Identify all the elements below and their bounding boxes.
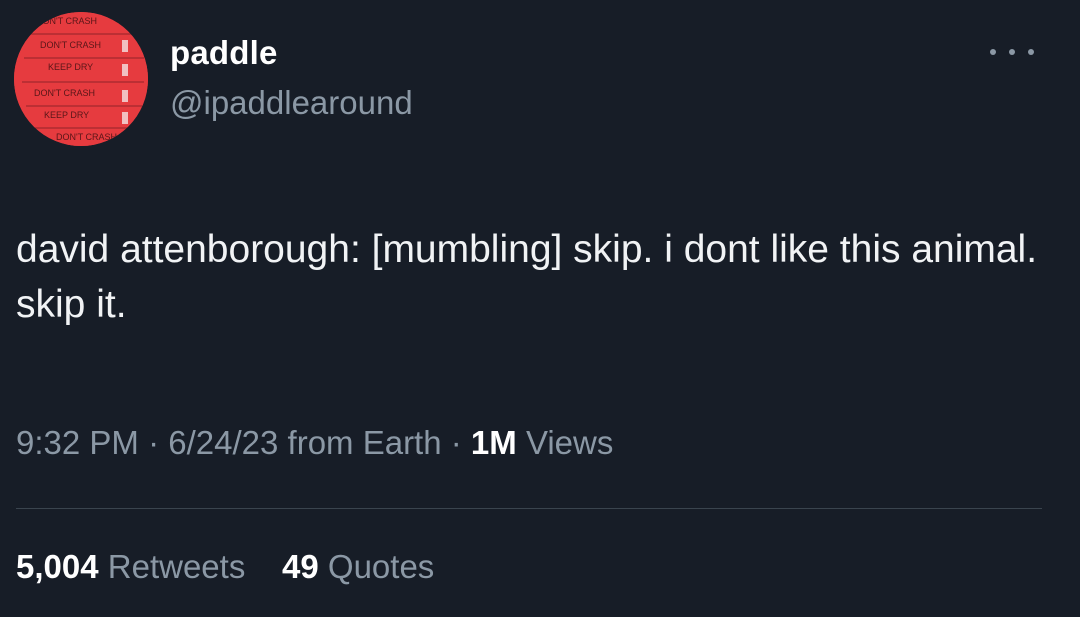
avatar-stamp-text: DON'T CRASH [40, 40, 101, 50]
author-handle[interactable]: @ipaddlearound [170, 84, 413, 122]
tweet-text: david attenborough: [mumbling] skip. i d… [16, 228, 1038, 326]
meta-separator: · [148, 424, 160, 461]
tweet-source: from Earth [287, 424, 442, 461]
more-horizontal-icon [1009, 49, 1015, 55]
quotes-count: 49 [282, 548, 319, 585]
more-horizontal-icon [1028, 49, 1034, 55]
tweet-meta: 9:32 PM · 6/24/23 from Earth · 1M Views [16, 424, 613, 462]
tweet-stats: 5,004 Retweets 49 Quotes [16, 548, 434, 586]
avatar-stamp-text: KEEP DRY [48, 62, 93, 72]
avatar-stamp-text: DON'T CRASH [56, 132, 117, 142]
divider [16, 508, 1042, 509]
meta-separator: · [450, 424, 462, 461]
quotes-label: Quotes [327, 548, 435, 585]
avatar-stamp-text: KEEP DRY [44, 110, 89, 120]
quotes-stat[interactable]: 49 Quotes [282, 548, 434, 585]
avatar[interactable]: DON'T CRASH DON'T CRASH KEEP DRY DON'T C… [14, 12, 148, 146]
author-display-name[interactable]: paddle [170, 34, 278, 72]
tweet-time[interactable]: 9:32 PM [16, 424, 139, 461]
views-label: Views [525, 424, 614, 461]
more-horizontal-icon [990, 49, 996, 55]
views-count: 1M [470, 424, 517, 461]
tweet-card: DON'T CRASH DON'T CRASH KEEP DRY DON'T C… [0, 0, 1080, 617]
avatar-stamp-text: DON'T CRASH [34, 88, 95, 98]
avatar-image: DON'T CRASH DON'T CRASH KEEP DRY DON'T C… [14, 12, 148, 146]
retweets-count: 5,004 [16, 548, 99, 585]
avatar-stamp-text: DON'T CRASH [36, 16, 97, 26]
tweet-date[interactable]: 6/24/23 [168, 424, 278, 461]
retweets-stat[interactable]: 5,004 Retweets [16, 548, 255, 585]
retweets-label: Retweets [107, 548, 246, 585]
more-options-button[interactable] [990, 38, 1034, 66]
